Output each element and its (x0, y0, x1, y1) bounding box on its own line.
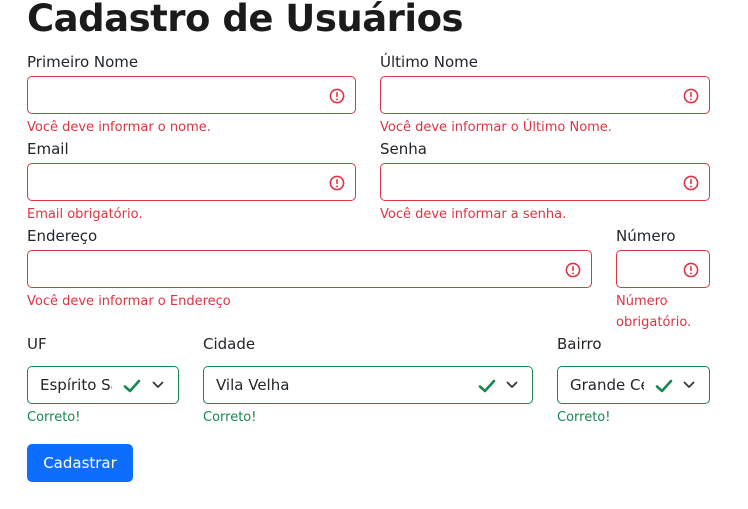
chevron-down-icon (152, 381, 164, 388)
bairro-select[interactable]: Grande Centro (557, 366, 710, 404)
email-error: Email obrigatório. (27, 207, 143, 222)
chevron-down-icon (506, 381, 518, 388)
page-title: Cadastro de Usuários (27, 0, 464, 40)
check-icon (655, 379, 673, 393)
ultimo-nome-error: Você deve informar o Último Nome. (380, 120, 612, 135)
uf-label: UF (27, 335, 47, 353)
numero-error-line1: Número (616, 294, 668, 309)
senha-label: Senha (380, 140, 427, 158)
ultimo-nome-input[interactable] (380, 76, 710, 114)
chevron-down-icon (683, 381, 695, 388)
check-icon (478, 379, 496, 393)
senha-field[interactable] (380, 163, 710, 201)
exclamation-circle-icon (683, 88, 699, 104)
bairro-selected-value: Grande Centro (570, 376, 644, 394)
exclamation-circle-icon (565, 262, 581, 278)
exclamation-circle-icon (329, 88, 345, 104)
uf-feedback: Correto! (27, 410, 81, 425)
numero-error-line2: obrigatório. (616, 315, 692, 330)
numero-label: Número (616, 227, 676, 245)
cidade-feedback: Correto! (203, 410, 257, 425)
email-field[interactable] (27, 163, 356, 201)
endereco-label: Endereço (27, 227, 98, 245)
numero-input[interactable] (616, 250, 710, 288)
uf-selected-value: Espírito Santo (40, 376, 112, 394)
exclamation-circle-icon (683, 175, 699, 191)
cidade-select[interactable]: Vila Velha (203, 366, 533, 404)
primeiro-nome-error: Você deve informar o nome. (27, 120, 211, 135)
bairro-label: Bairro (557, 335, 602, 353)
senha-error: Você deve informar a senha. (380, 207, 567, 222)
cadastrar-button[interactable]: Cadastrar (27, 444, 133, 482)
ultimo-nome-label: Último Nome (380, 53, 478, 71)
uf-select[interactable]: Espírito Santo (27, 366, 179, 404)
exclamation-circle-icon (329, 175, 345, 191)
endereco-error: Você deve informar o Endereço (27, 294, 231, 309)
email-label: Email (27, 140, 69, 158)
exclamation-circle-icon (683, 262, 699, 278)
bairro-feedback: Correto! (557, 410, 611, 425)
cidade-label: Cidade (203, 335, 256, 353)
endereco-input[interactable] (27, 250, 592, 288)
primeiro-nome-label: Primeiro Nome (27, 53, 139, 71)
cidade-selected-value: Vila Velha (216, 376, 290, 394)
check-icon (123, 379, 141, 393)
primeiro-nome-input[interactable] (27, 76, 356, 114)
